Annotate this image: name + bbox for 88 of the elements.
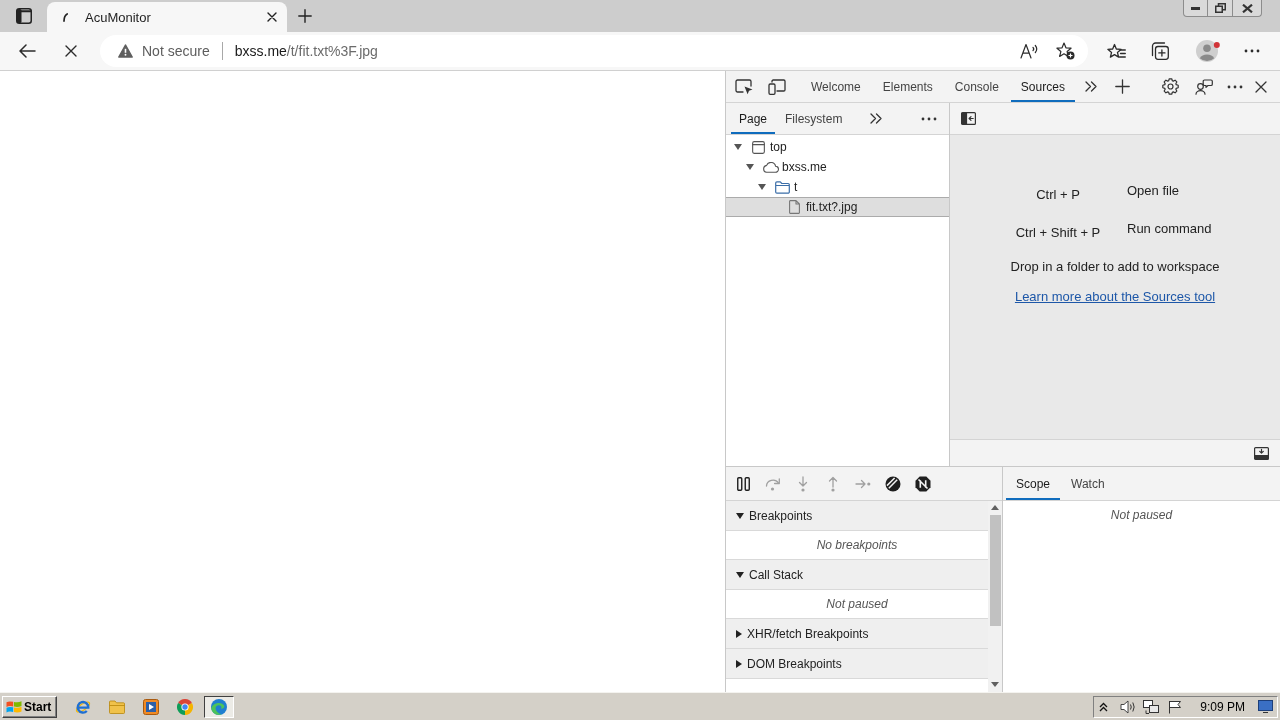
caret-right-icon[interactable] <box>736 659 742 668</box>
sidebar-tab[interactable]: Scope <box>1006 467 1061 500</box>
scrollbar-thumb[interactable] <box>989 515 1001 626</box>
caret-right-icon[interactable] <box>736 629 742 638</box>
speaker-icon[interactable] <box>1120 699 1137 714</box>
network-icon[interactable] <box>1143 699 1160 714</box>
caret-down-icon[interactable] <box>734 144 742 150</box>
window-icon[interactable] <box>15 8 32 24</box>
person-bubble-icon[interactable] <box>1195 78 1213 95</box>
shortcut-action: Run command <box>1127 220 1213 238</box>
browser-tab[interactable]: AcuMonitor <box>47 2 287 32</box>
address-bar[interactable]: Not secure bxss.me/t/fit.txt%3F.jpg <box>100 35 1088 67</box>
stop-icon[interactable] <box>65 45 77 57</box>
stop-sign-icon[interactable] <box>915 475 931 492</box>
cloud-icon <box>761 161 779 173</box>
start-button[interactable]: Start <box>2 695 58 718</box>
back-arrow-icon[interactable] <box>19 44 36 58</box>
tree-item[interactable]: t <box>726 177 949 197</box>
striped-circle-icon[interactable] <box>885 475 901 492</box>
shortcut-keys: Ctrl + Shift + P <box>1010 217 1106 245</box>
workspace-hint: Drop in a folder to add to workspace <box>1010 259 1220 275</box>
plus-icon[interactable] <box>1114 79 1130 94</box>
more-icon[interactable] <box>1244 49 1260 53</box>
shortcut-keys: Ctrl + P <box>1010 179 1106 207</box>
scroll-up-icon[interactable] <box>991 505 999 510</box>
windows-flag-icon <box>6 699 22 714</box>
folder-icon <box>774 180 790 194</box>
minimize-icon <box>1191 6 1200 10</box>
section-header[interactable]: Call Stack <box>726 560 988 590</box>
restore-icon <box>1214 3 1226 13</box>
star-plus-icon[interactable] <box>1056 42 1075 60</box>
site-info-button[interactable]: Not secure <box>118 43 210 59</box>
close-button[interactable] <box>1233 0 1262 17</box>
caret-down-icon[interactable] <box>758 184 766 190</box>
caret-down-icon[interactable] <box>746 164 754 170</box>
navigator-tab[interactable]: Page <box>731 103 776 134</box>
plus-icon[interactable] <box>298 9 312 23</box>
flag-icon[interactable] <box>1168 699 1183 714</box>
navigator-tab[interactable]: Filesystem <box>777 103 851 134</box>
tree-item[interactable]: top <box>726 137 949 157</box>
chevron-up-icon[interactable] <box>1099 701 1109 712</box>
sidebar-toggle-icon[interactable] <box>961 112 976 125</box>
frame-icon <box>751 140 765 154</box>
section-header[interactable]: XHR/fetch Breakpoints <box>726 619 988 649</box>
url-text: bxss.me/t/fit.txt%3F.jpg <box>234 43 378 59</box>
monitor-icon[interactable] <box>1258 700 1273 713</box>
panel-tab[interactable]: Elements <box>872 71 943 102</box>
pause-icon[interactable] <box>736 476 750 491</box>
clock-text[interactable]: 9:09 PM <box>1200 699 1245 714</box>
close-icon[interactable] <box>267 12 277 22</box>
devices-icon[interactable] <box>768 78 786 95</box>
swirl-logo-icon[interactable] <box>204 695 235 718</box>
caret-down-icon[interactable] <box>736 512 744 519</box>
read-aloud-icon[interactable] <box>1020 43 1039 59</box>
shortcut-action: Open file <box>1127 182 1181 200</box>
more-icon[interactable] <box>1227 84 1243 89</box>
more-icon[interactable] <box>921 116 937 121</box>
gear-icon[interactable] <box>1162 78 1179 95</box>
restore-button[interactable] <box>1208 0 1233 17</box>
panel-bottom-icon[interactable] <box>1254 446 1269 460</box>
collections-icon[interactable] <box>1151 42 1169 60</box>
caret-down-icon[interactable] <box>736 571 744 578</box>
close-icon <box>1241 3 1253 13</box>
sidebar-tab[interactable]: Watch <box>1061 467 1115 500</box>
scrollbar[interactable] <box>988 501 1002 692</box>
section-header[interactable]: Breakpoints <box>726 501 988 531</box>
status-message: Not paused <box>1110 508 1173 522</box>
e-logo-icon[interactable] <box>75 698 92 715</box>
cursor-box-icon[interactable] <box>735 78 753 95</box>
learn-more-link[interactable]: Learn more about the Sources tool <box>1014 289 1216 305</box>
panel-tab[interactable]: Console <box>944 71 1009 102</box>
play-tile-icon[interactable] <box>143 698 160 715</box>
double-chevron-icon[interactable] <box>1084 81 1097 92</box>
double-chevron-icon[interactable] <box>870 113 883 124</box>
avatar-icon[interactable] <box>1196 40 1220 62</box>
section-header[interactable]: DOM Breakpoints <box>726 649 988 679</box>
empty-message: Not paused <box>826 597 888 611</box>
file-icon <box>788 200 800 214</box>
close-icon[interactable] <box>1255 80 1267 93</box>
panel-tab[interactable]: Welcome <box>801 71 871 102</box>
scroll-down-icon[interactable] <box>991 682 999 687</box>
star-list-icon[interactable] <box>1107 42 1126 60</box>
tree-item[interactable]: bxss.me <box>726 157 949 177</box>
minimize-button[interactable] <box>1183 0 1208 17</box>
circle-logo-icon[interactable] <box>177 698 194 715</box>
empty-message: No breakpoints <box>816 538 898 552</box>
warning-icon <box>118 44 133 58</box>
tree-item[interactable]: fit.txt?.jpg <box>726 197 949 217</box>
